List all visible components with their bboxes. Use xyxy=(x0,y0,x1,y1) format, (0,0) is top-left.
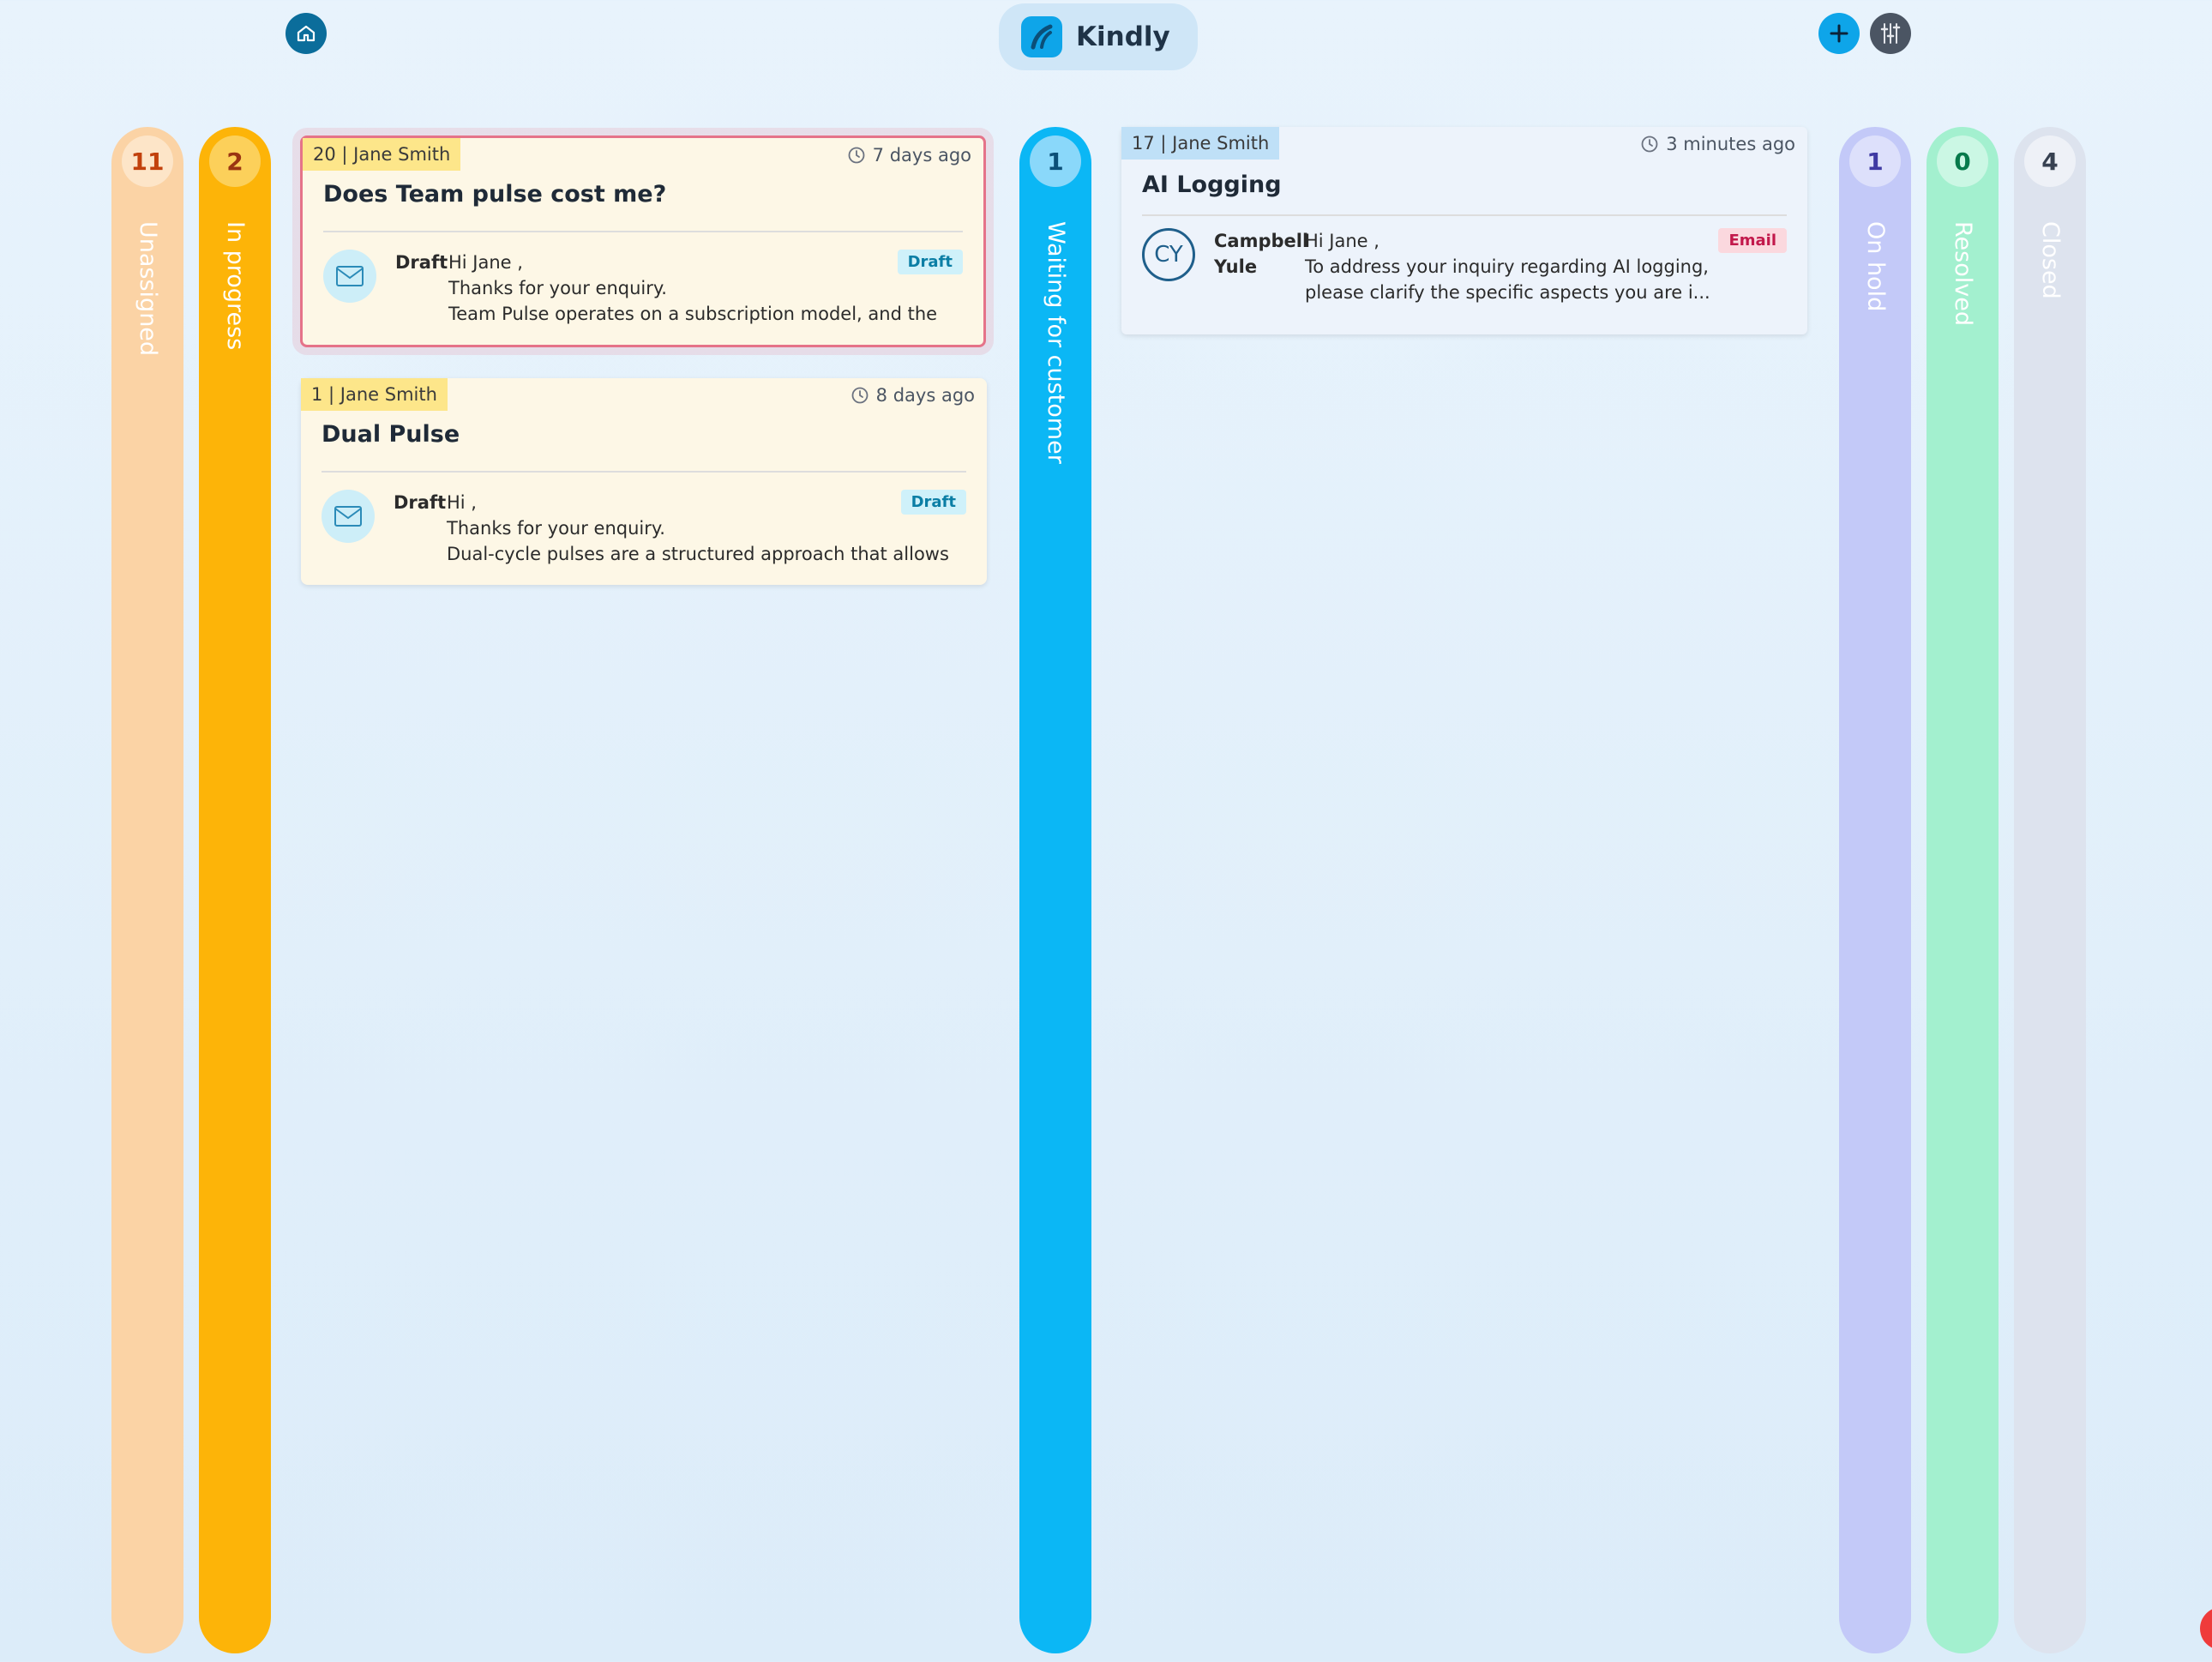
message-line: Thanks for your enquiry. xyxy=(448,278,667,298)
message-line: please clarify the specific aspects you … xyxy=(1305,282,1710,303)
filter-button[interactable] xyxy=(1870,13,1911,54)
message-line: Hi Jane , xyxy=(1305,231,1379,251)
lane-in-progress[interactable]: 2 In progress xyxy=(199,127,271,1653)
lane-resolved[interactable]: 0 Resolved xyxy=(1926,127,1999,1653)
ticket-card[interactable]: 1 | Jane Smith 8 days ago Dual Pulse Dra… xyxy=(301,378,987,585)
kindly-logo-icon xyxy=(1021,16,1062,57)
home-icon xyxy=(297,25,316,42)
lane-closed[interactable]: 4 Closed xyxy=(2014,127,2086,1653)
ticket-time-text: 7 days ago xyxy=(872,145,971,166)
message-author: Draft xyxy=(394,492,447,513)
ticket-time-text: 8 days ago xyxy=(875,385,975,406)
ticket-title: Dual Pulse xyxy=(322,421,460,448)
notification-indicator[interactable] xyxy=(2200,1607,2212,1650)
avatar: CY xyxy=(1142,228,1195,281)
ticket-time: 8 days ago xyxy=(851,385,975,406)
message-line: Team Pulse operates on a subscription mo… xyxy=(448,304,938,324)
lane-count: 2 xyxy=(209,135,261,187)
brand-name: Kindly xyxy=(1076,21,1170,52)
divider xyxy=(323,231,963,232)
ticket-tag: 1 | Jane Smith xyxy=(301,378,448,411)
clock-icon xyxy=(851,387,869,404)
message-preview: Hi Jane , To address your inquiry regard… xyxy=(1305,228,1710,305)
message-line: Hi Jane , xyxy=(448,252,523,273)
lane-label: Waiting for customer xyxy=(1043,221,1069,464)
clock-icon xyxy=(1641,135,1658,153)
lane-count: 0 xyxy=(1937,135,1988,187)
divider xyxy=(1142,214,1787,216)
ticket-time-text: 3 minutes ago xyxy=(1666,134,1795,154)
divider xyxy=(322,471,966,473)
lane-count: 1 xyxy=(1030,135,1081,187)
lane-unassigned[interactable]: 11 Unassigned xyxy=(111,127,183,1653)
draft-badge: Draft xyxy=(897,250,963,274)
ticket-tag: 20 | Jane Smith xyxy=(303,138,461,171)
ticket-card[interactable]: 20 | Jane Smith 7 days ago Does Team pul… xyxy=(300,135,986,347)
message-line: To address your inquiry regarding AI log… xyxy=(1305,256,1709,277)
lane-label: Unassigned xyxy=(135,221,161,357)
lane-label: Resolved xyxy=(1950,221,1976,326)
email-badge: Email xyxy=(1718,228,1787,253)
message-sender: Campbell Yule xyxy=(1214,231,1309,277)
lane-count: 4 xyxy=(2024,135,2076,187)
home-button[interactable] xyxy=(286,13,327,54)
ticket-title: AI Logging xyxy=(1142,172,1282,198)
message-preview: Hi Jane , Thanks for your enquiry. Team … xyxy=(448,250,938,327)
brand[interactable]: Kindly xyxy=(999,3,1198,70)
plus-icon xyxy=(1830,24,1848,43)
mail-icon xyxy=(323,250,376,303)
lane-label: Closed xyxy=(2037,221,2064,299)
mail-icon xyxy=(322,490,375,543)
message-line: Dual-cycle pulses are a structured appro… xyxy=(447,544,949,564)
ticket-time: 7 days ago xyxy=(847,145,971,166)
draft-badge: Draft xyxy=(900,490,966,515)
sliders-icon xyxy=(1880,23,1901,44)
top-bar: Kindly xyxy=(0,0,2212,77)
ticket-tag: 17 | Jane Smith xyxy=(1121,127,1280,160)
clock-icon xyxy=(848,147,865,164)
lane-count: 11 xyxy=(122,135,173,187)
ticket-time: 3 minutes ago xyxy=(1640,134,1795,154)
message-line: Hi , xyxy=(447,492,477,513)
add-ticket-button[interactable] xyxy=(1818,13,1860,54)
lane-label: In progress xyxy=(222,221,249,351)
lane-count: 1 xyxy=(1849,135,1901,187)
message-author: Draft xyxy=(395,252,448,273)
message-preview: Hi , Thanks for your enquiry. Dual-cycle… xyxy=(447,490,949,567)
lane-waiting-for-customer[interactable]: 1 Waiting for customer xyxy=(1019,127,1091,1653)
lane-label: On hold xyxy=(1862,221,1889,312)
ticket-card[interactable]: 17 | Jane Smith 3 minutes ago AI Logging… xyxy=(1121,127,1807,334)
message-line: Thanks for your enquiry. xyxy=(447,518,665,539)
lane-on-hold[interactable]: 1 On hold xyxy=(1839,127,1911,1653)
ticket-title: Does Team pulse cost me? xyxy=(323,181,667,208)
